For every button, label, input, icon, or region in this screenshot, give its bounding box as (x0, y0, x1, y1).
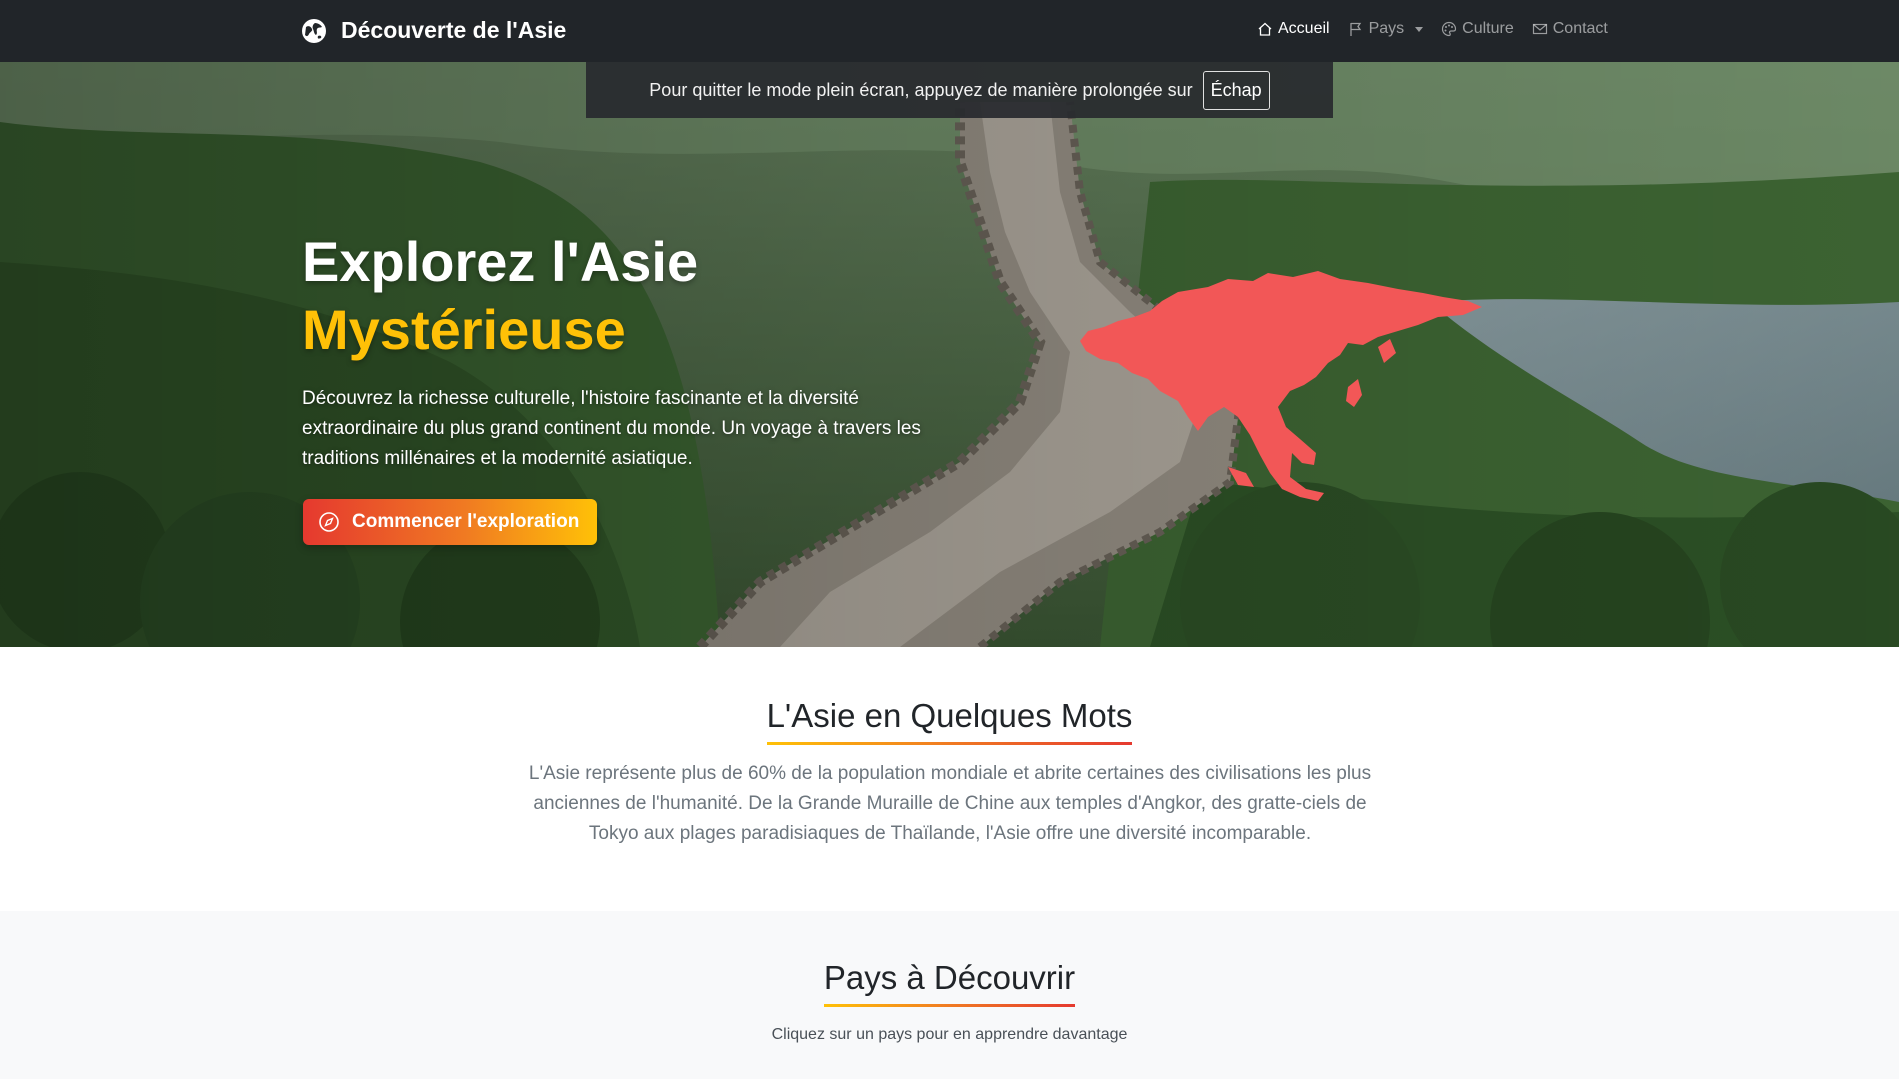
about-title: L'Asie en Quelques Mots (0, 697, 1899, 745)
nav-label-culture: Culture (1462, 20, 1514, 37)
compass-icon (319, 512, 339, 532)
palette-icon (1442, 21, 1457, 37)
countries-title-text: Pays à Découvrir (823, 959, 1076, 996)
home-icon (1258, 22, 1272, 36)
countries-subtitle: Cliquez sur un pays pour en apprendre da… (771, 1026, 1128, 1043)
escape-key-badge[interactable]: Échap (1202, 70, 1270, 110)
about-section: L'Asie en Quelques Mots L'Asie représent… (0, 647, 1899, 911)
about-text: L'Asie représente plus de 60% de la popu… (528, 763, 1372, 844)
hero-description: Découvrez la richesse culturelle, l'hist… (302, 388, 921, 469)
hero-title: Explorez l'Asie Mystérieuse (302, 228, 698, 364)
about-title-text: L'Asie en Quelques Mots (766, 697, 1133, 734)
nav-item-pays[interactable]: Pays (1348, 20, 1424, 38)
hero-title-line1: Explorez l'Asie (302, 230, 699, 293)
nav-label-contact: Contact (1552, 20, 1608, 37)
start-exploration-button[interactable]: Commencer l'exploration (303, 499, 597, 545)
nav-item-contact[interactable]: Contact (1532, 20, 1608, 38)
brand-title: Découverte de l'Asie (341, 17, 567, 43)
globe-icon (302, 18, 326, 43)
nav-label-pays: Pays (1368, 20, 1405, 37)
flag-icon (1349, 22, 1361, 36)
fullscreen-notice-text: Pour quitter le mode plein écran, appuye… (649, 79, 1193, 100)
chevron-down-icon (1415, 26, 1424, 32)
navbar: Découverte de l'Asie Accueil Pays Cultur… (0, 0, 1899, 62)
start-exploration-label: Commencer l'exploration (352, 511, 580, 532)
nav-links: Accueil Pays Culture Contact (1257, 20, 1608, 38)
title-underline (766, 742, 1133, 745)
nav-label-accueil: Accueil (1278, 20, 1330, 37)
nav-item-culture[interactable]: Culture (1441, 20, 1514, 38)
nav-item-accueil[interactable]: Accueil (1257, 20, 1330, 38)
envelope-icon (1532, 23, 1547, 35)
hero-section: Explorez l'Asie Mystérieuse Découvrez la… (0, 62, 1899, 647)
asia-map-icon (1080, 271, 1482, 501)
hero-title-highlight: Mystérieuse (302, 298, 626, 361)
fullscreen-notice: Pour quitter le mode plein écran, appuye… (586, 62, 1333, 118)
hero-overlay (0, 62, 1899, 647)
title-underline (823, 1004, 1076, 1007)
countries-title: Pays à Découvrir (0, 959, 1899, 1007)
countries-section: Pays à Découvrir Cliquez sur un pays pou… (0, 911, 1899, 1079)
brand-link[interactable]: Découverte de l'Asie (301, 17, 566, 44)
